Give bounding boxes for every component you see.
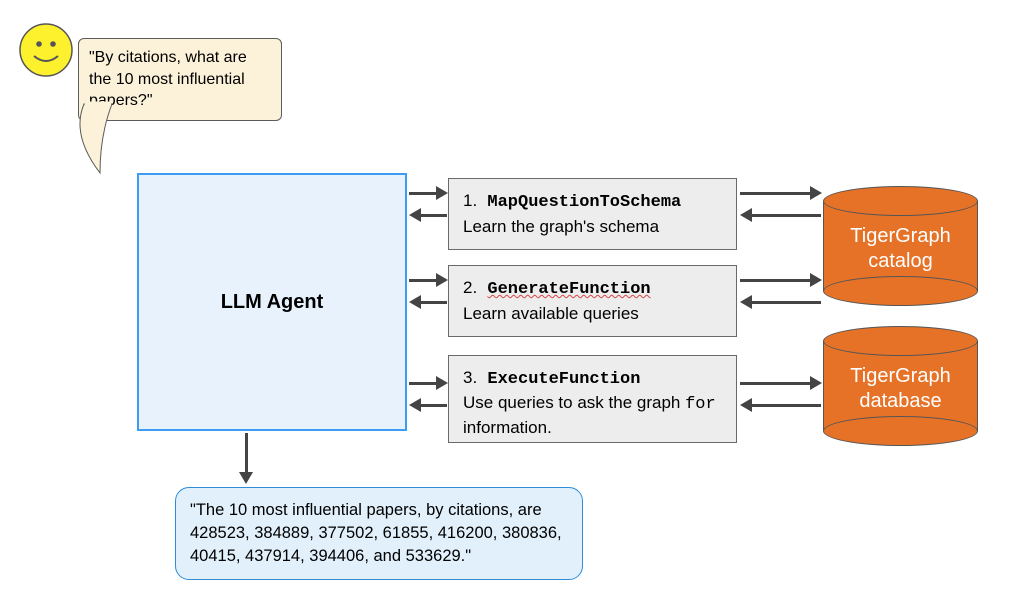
arrow-tool3-to-agent (420, 404, 447, 407)
tool-execute-function: 3. ExecuteFunction Use queries to ask th… (448, 355, 737, 443)
tool-generate-function: 2. GenerateFunction Learn available quer… (448, 265, 737, 337)
tigergraph-database-db: TigerGraph database (823, 326, 978, 446)
arrow-tool1-to-agent (420, 214, 447, 217)
tool-map-question: 1. MapQuestionToSchema Learn the graph's… (448, 178, 737, 250)
smiley-icon (18, 22, 74, 78)
arrow-catalog-to-tool2 (751, 301, 821, 304)
arrow-catalog-to-tool1 (751, 214, 821, 217)
output-bubble: "The 10 most influential papers, by cita… (175, 487, 583, 580)
agent-label: LLM Agent (221, 291, 324, 314)
arrow-agent-to-tool3 (409, 382, 437, 385)
arrow-database-to-tool3 (751, 404, 821, 407)
arrow-tool2-to-catalog (740, 279, 811, 282)
llm-agent-box: LLM Agent (137, 173, 407, 431)
tigergraph-catalog-db: TigerGraph catalog (823, 186, 978, 306)
speech-bubble-tail (64, 85, 114, 177)
arrow-agent-to-tool2 (409, 279, 437, 282)
arrow-agent-to-output (245, 433, 248, 473)
arrow-tool1-to-catalog (740, 192, 811, 195)
arrow-agent-to-tool1 (409, 192, 437, 195)
output-text: "The 10 most influential papers, by cita… (190, 501, 562, 565)
arrow-tool2-to-agent (420, 301, 447, 304)
arrow-tool3-to-database (740, 382, 811, 385)
